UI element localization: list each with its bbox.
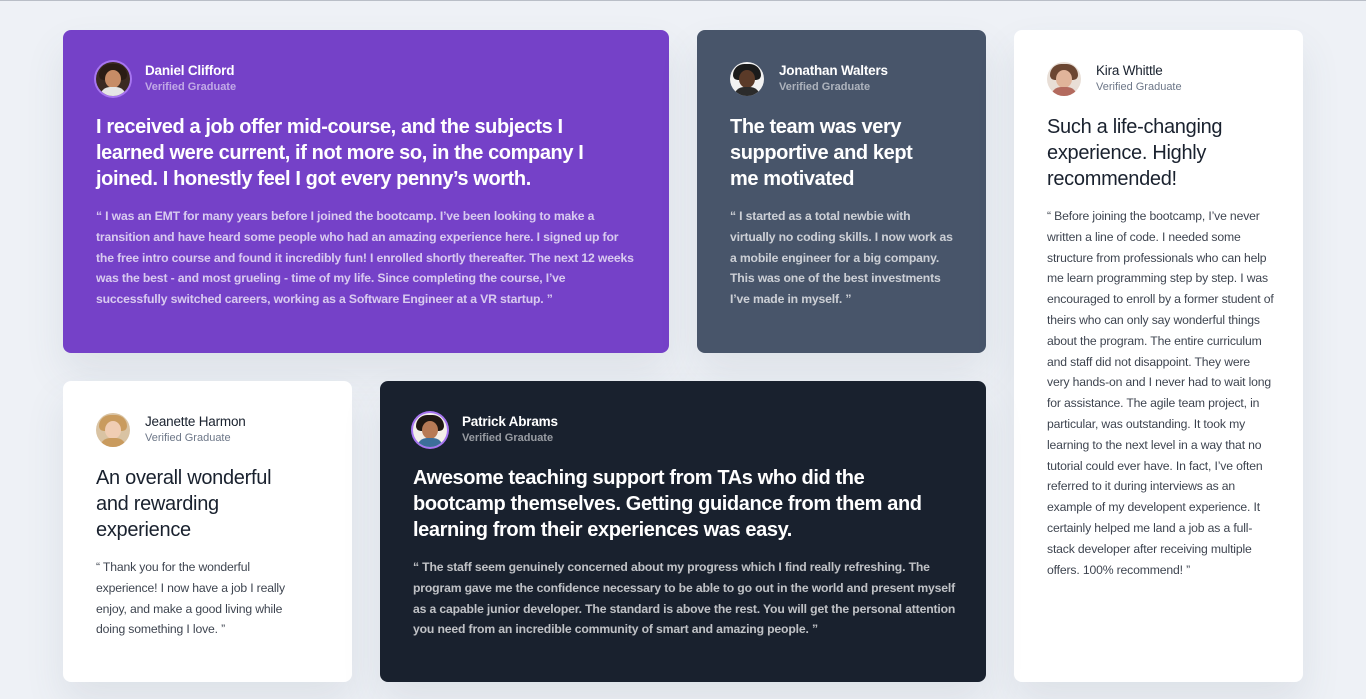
testimonial-headline: Awesome teaching support from TAs who di… <box>413 467 922 541</box>
author-name: Jonathan Walters <box>779 63 888 78</box>
testimonial-card-daniel: Daniel Clifford Verified Graduate I rece… <box>63 30 669 353</box>
testimonial-quote: “ Thank you for the wonderful experience… <box>96 560 285 637</box>
jeanette-avatar-icon <box>96 413 130 447</box>
author-info: Daniel Clifford Verified Graduate <box>96 62 636 96</box>
author-name: Kira Whittle <box>1096 63 1163 78</box>
author-role: Verified Graduate <box>462 432 554 444</box>
daniel-avatar-icon <box>96 62 130 96</box>
testimonial-headline: An overall wonderful and rewarding exper… <box>96 467 272 541</box>
author-role: Verified Graduate <box>145 81 237 93</box>
testimonial-quote: “ The staff seem genuinely concerned abo… <box>413 560 956 637</box>
author-name: Patrick Abrams <box>462 414 558 429</box>
testimonial-headline: Such a life-changing experience. Highly … <box>1047 116 1223 190</box>
testimonial-card-jeanette: Jeanette Harmon Verified Graduate An ove… <box>63 381 352 682</box>
author-info: Kira Whittle Verified Graduate <box>1047 62 1270 96</box>
patrick-avatar-icon <box>413 413 447 447</box>
testimonial-quote: “ I started as a total newbie with virtu… <box>730 209 953 307</box>
jonathan-avatar-icon <box>730 62 764 96</box>
testimonial-headline: I received a job offer mid-course, and t… <box>96 116 584 190</box>
author-info: Jeanette Harmon Verified Graduate <box>96 413 319 447</box>
author-info: Jonathan Walters Verified Graduate <box>730 62 953 96</box>
author-name: Jeanette Harmon <box>145 414 246 429</box>
testimonial-headline: The team was very supportive and kept me… <box>730 116 913 190</box>
testimonial-quote: “ I was an EMT for many years before I j… <box>96 209 634 307</box>
testimonial-card-patrick: Patrick Abrams Verified Graduate Awesome… <box>380 381 986 682</box>
testimonial-card-kira: Kira Whittle Verified Graduate Such a li… <box>1014 30 1303 682</box>
author-info: Patrick Abrams Verified Graduate <box>413 413 953 447</box>
testimonial-quote: “ Before joining the bootcamp, I’ve neve… <box>1047 209 1274 577</box>
testimonial-card-jonathan: Jonathan Walters Verified Graduate The t… <box>697 30 986 353</box>
author-role: Verified Graduate <box>145 432 231 444</box>
author-role: Verified Graduate <box>779 81 871 93</box>
kira-avatar-icon <box>1047 62 1081 96</box>
author-name: Daniel Clifford <box>145 63 235 78</box>
author-role: Verified Graduate <box>1096 81 1182 93</box>
